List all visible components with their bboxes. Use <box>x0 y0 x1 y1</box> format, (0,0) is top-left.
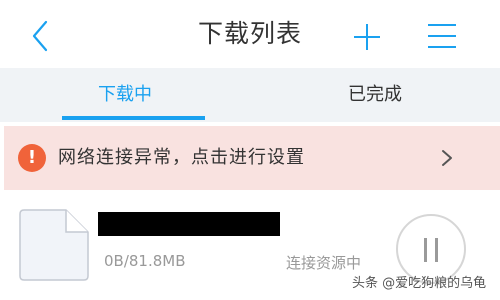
pause-icon-bar <box>435 238 438 262</box>
download-status: 连接资源中 <box>286 254 362 272</box>
warning-icon: ! <box>18 144 46 172</box>
top-bar: 下载列表 <box>0 0 500 68</box>
active-tab-indicator <box>62 116 205 120</box>
file-icon <box>19 209 89 281</box>
tab-completed-label: 已完成 <box>348 84 402 105</box>
hamburger-menu-icon[interactable] <box>428 22 456 50</box>
page-title: 下载列表 <box>197 19 302 48</box>
tab-bar: 下载中 已完成 <box>0 68 500 122</box>
network-error-message: 网络连接异常，点击进行设置 <box>58 147 305 168</box>
download-size-progress: 0B/81.8MB <box>104 252 186 270</box>
watermark: 头条 @爱吃狗粮的乌龟 <box>352 276 487 291</box>
plus-icon[interactable] <box>352 22 382 52</box>
chevron-right-icon <box>442 150 452 166</box>
tab-completed[interactable]: 已完成 <box>250 68 500 122</box>
tab-downloading[interactable]: 下载中 <box>0 68 250 122</box>
network-error-banner[interactable]: ! 网络连接异常，点击进行设置 <box>4 126 500 190</box>
pause-icon <box>424 238 427 262</box>
file-name-redacted <box>98 212 280 236</box>
tab-downloading-label: 下载中 <box>98 84 152 105</box>
